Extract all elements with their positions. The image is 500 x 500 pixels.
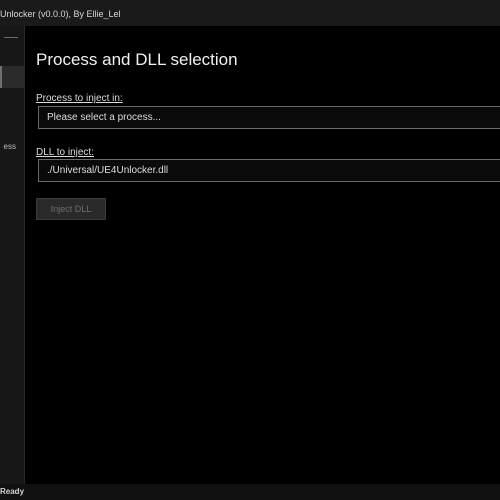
window-title: Unlocker (v0.0.0), By Ellie_Lel (0, 9, 121, 19)
inject-dll-button[interactable]: Inject DLL (36, 198, 106, 220)
process-select[interactable]: Please select a process... (38, 106, 500, 129)
app-window: Unlocker (v0.0.0), By Ellie_Lel ess Proc… (0, 0, 500, 500)
status-text: Ready (0, 487, 25, 496)
process-field-label: Process to inject in: (36, 93, 123, 104)
dll-field-label: DLL to inject: (36, 147, 94, 158)
status-bar: Ready (0, 484, 500, 500)
title-bar: Unlocker (v0.0.0), By Ellie_Lel (0, 0, 500, 26)
sidebar-item-label: ess (3, 142, 16, 151)
page-title: Process and DLL selection (36, 50, 238, 69)
sidebar: ess (0, 26, 25, 484)
main-content: Process and DLL selection Process to inj… (24, 26, 500, 484)
sidebar-item-process[interactable] (0, 66, 24, 88)
dll-path-input[interactable]: ./Universal/UE4Unlocker.dll (38, 159, 500, 182)
sidebar-toggle-icon[interactable] (0, 30, 22, 44)
